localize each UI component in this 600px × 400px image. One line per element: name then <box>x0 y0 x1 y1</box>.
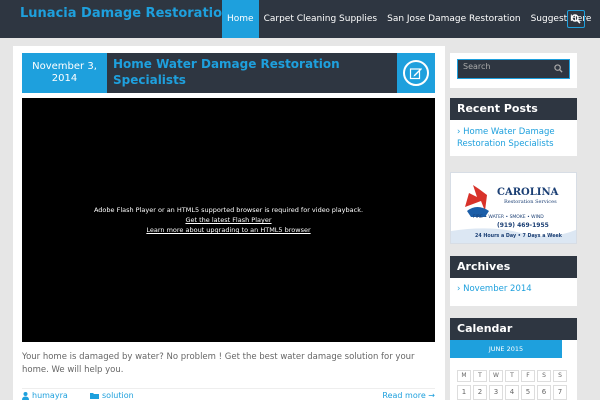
calendar-weekday: S <box>537 370 551 382</box>
site-title[interactable]: Lunacia Damage Restoration <box>20 6 231 21</box>
post-date: November 3, 2014 <box>22 53 107 93</box>
archive-item[interactable]: › November 2014 <box>450 278 577 300</box>
calendar-title: Calendar <box>450 318 577 340</box>
video-message-text: Adobe Flash Player or an HTML5 supported… <box>93 206 364 214</box>
calendar-day: 5 <box>521 385 535 400</box>
calendar-weekday: T <box>505 370 519 382</box>
recent-post-link[interactable]: Home Water Damage Restoration Specialist… <box>457 127 555 149</box>
ad-company-subtitle: Restoration Services <box>504 199 557 205</box>
nav-item-home[interactable]: Home <box>222 0 259 38</box>
post-date-line2: 2014 <box>51 73 78 84</box>
video-fallback-message: Adobe Flash Player or an HTML5 supported… <box>22 205 435 235</box>
post-category[interactable]: solution <box>90 391 134 400</box>
calendar-weekday: S <box>553 370 567 382</box>
calendar-day: 1 <box>457 385 471 400</box>
calendar-day: 6 <box>537 385 551 400</box>
calendar-day: 3 <box>489 385 503 400</box>
post-format-badge <box>397 53 435 93</box>
search-widget: Search <box>450 53 577 88</box>
calendar-weekday-row: M T W T F S S <box>457 370 567 382</box>
nav-item-carpet-cleaning-supplies[interactable]: Carpet Cleaning Supplies <box>259 0 383 38</box>
post-author[interactable]: humayra <box>22 391 68 400</box>
archive-link[interactable]: November 2014 <box>463 284 532 294</box>
calendar-month: JUNE 2015 <box>450 340 562 358</box>
search-icon[interactable] <box>554 64 563 73</box>
calendar-weekday: F <box>521 370 535 382</box>
main-nav: Home Carpet Cleaning Supplies San Jose D… <box>222 0 596 38</box>
post-author-name[interactable]: humayra <box>32 391 68 400</box>
recent-posts-widget: Recent Posts › Home Water Damage Restora… <box>450 98 577 156</box>
nav-item-san-jose-damage-restoration[interactable]: San Jose Damage Restoration <box>382 0 525 38</box>
search-toggle-button[interactable] <box>567 10 585 28</box>
carolina-restoration-banner[interactable]: CAROLINA Restoration Services FIRE • WAT… <box>450 172 577 244</box>
calendar-day: 2 <box>473 385 487 400</box>
archives-title: Archives <box>450 256 577 278</box>
html5-upgrade-link[interactable]: Learn more about upgrading to an HTML5 b… <box>22 225 435 235</box>
post-date-line1: November 3, <box>32 61 97 72</box>
video-player[interactable]: Adobe Flash Player or an HTML5 supported… <box>22 98 435 342</box>
calendar-weekday: M <box>457 370 471 382</box>
recent-post-item[interactable]: › Home Water Damage Restoration Speciali… <box>450 120 577 150</box>
archives-widget: Archives › November 2014 <box>450 256 577 306</box>
nav-item-suggest-here[interactable]: Suggest Here <box>526 0 597 38</box>
main-content: November 3, 2014 Home Water Damage Resto… <box>13 46 445 400</box>
calendar-widget: Calendar JUNE 2015 M T W T F S S 1 2 3 4… <box>450 318 577 400</box>
user-icon <box>22 391 29 400</box>
folder-icon <box>90 393 99 399</box>
edit-icon <box>403 60 429 86</box>
post-title-box: Home Water Damage Restoration Specialist… <box>107 53 397 93</box>
flash-player-link[interactable]: Get the latest Flash Player <box>22 215 435 225</box>
ad-company-name: CAROLINA <box>497 187 559 198</box>
post-header: November 3, 2014 Home Water Damage Resto… <box>22 53 435 93</box>
calendar-weekday: W <box>489 370 503 382</box>
calendar-day: 7 <box>553 385 567 400</box>
search-input[interactable]: Search <box>457 59 570 79</box>
calendar-week-row: 1 2 3 4 5 6 7 <box>457 385 567 400</box>
search-icon <box>571 14 581 24</box>
post-meta: humayra solution Read more → <box>22 388 435 400</box>
read-more-link[interactable]: Read more → <box>382 391 435 400</box>
post-category-name[interactable]: solution <box>102 391 134 400</box>
search-placeholder: Search <box>463 62 491 71</box>
post-title[interactable]: Home Water Damage Restoration Specialist… <box>113 56 391 88</box>
ad-hours: 24 Hours a Day • 7 Days a Week <box>475 233 563 239</box>
top-navigation-bar: Lunacia Damage Restoration Home Carpet C… <box>0 0 600 38</box>
post-excerpt: Your home is damaged by water? No proble… <box>22 352 415 375</box>
calendar-weekday: T <box>473 370 487 382</box>
ad-phone: (919) 469-1955 <box>497 222 549 229</box>
calendar-day: 4 <box>505 385 519 400</box>
ad-services: FIRE • WATER • SMOKE • WIND <box>473 214 544 220</box>
recent-posts-title: Recent Posts <box>450 98 577 120</box>
